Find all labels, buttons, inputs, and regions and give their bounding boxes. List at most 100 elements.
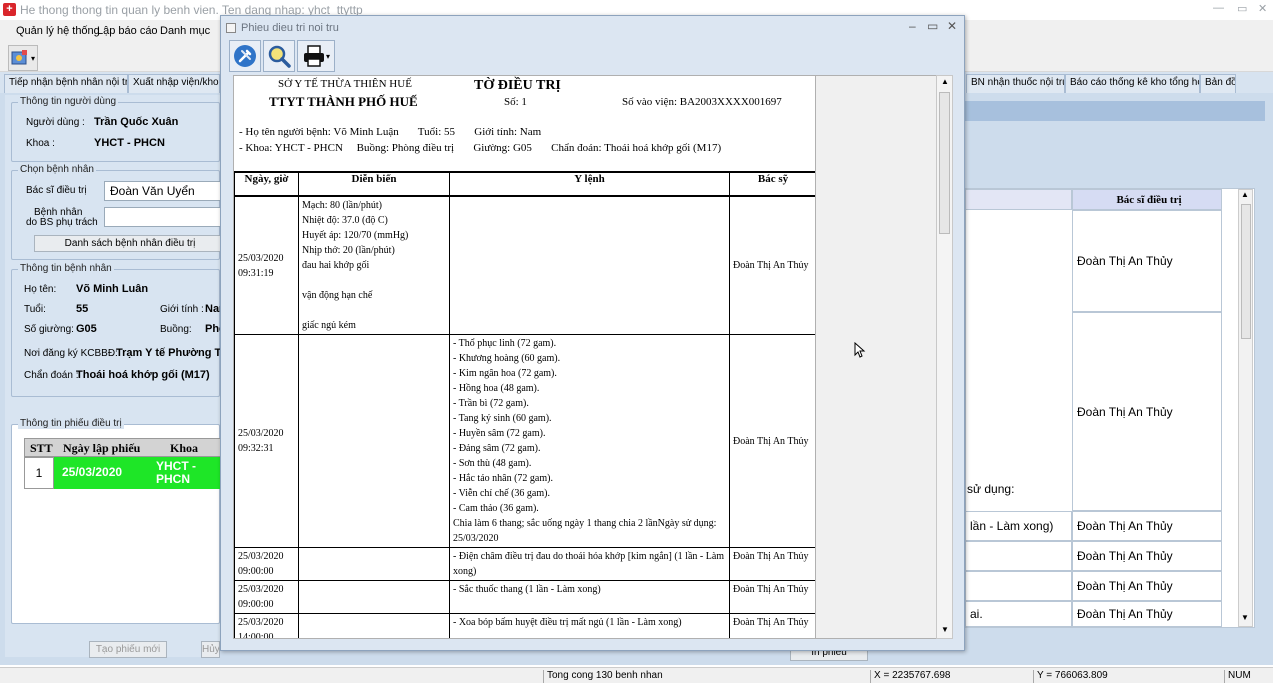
patient-list-button[interactable]: Danh sách bệnh nhân điều trị [34,235,226,252]
doctor-column-header: Bác sĩ điều trị [1072,189,1222,210]
doctor-name: Đoàn Thị An Thủy [733,551,809,562]
new-sheet-button[interactable]: Tạo phiếu mới [89,641,167,658]
row-time: 25/03/2020 09:00:00 [234,547,299,581]
minimize-icon[interactable]: — [1213,2,1224,14]
order-line: - Kim ngân hoa (72 gam). [453,368,557,379]
header-orders: Y lệnh [449,171,730,197]
time-line: 14:00:00 [238,632,274,639]
tools-button[interactable] [229,40,261,72]
progress-line [302,273,446,288]
scroll-up-icon[interactable]: ▲ [1241,190,1249,199]
doctor-name: Đoàn Thị An Thủy [733,435,809,447]
sex-value: Nam [205,303,221,315]
toolbar-settings-button[interactable]: ▾ [8,45,38,71]
row-time: 25/03/2020 09:31:19 [234,195,299,335]
row-doctor: Đoàn Thị An Thủy [729,195,815,335]
menu-catalog[interactable]: Danh mục [160,25,210,37]
tab-warehouse-report[interactable]: Báo cáo thống kê kho tổng hợp [1065,74,1200,93]
right-panel: Bác sĩ điều trị Đoàn Thị An Thủy Đoàn Th… [790,101,1265,661]
report-admission-number: Số vào viện: BA2003XXXX001697 [622,96,782,108]
settings-icon [11,50,27,65]
row-doctor: Đoàn Thị An Thủy [729,580,815,614]
progress-line: đau hai khớp gối [302,260,370,271]
scrollbar-thumb[interactable] [1241,204,1251,339]
order-cell: ai. [965,601,1072,627]
time-line: 25/03/2020 [238,252,284,264]
patient-by-doctor-input[interactable] [104,207,222,227]
print-button[interactable]: ▾ [297,40,335,72]
close-icon[interactable]: ✕ [1258,2,1267,15]
bed-value: G05 [76,323,97,335]
report-patient-line: - Họ tên người bệnh: Võ Minh Luận Tuổi: … [239,126,542,138]
time-line: 09:00:00 [238,566,274,577]
scroll-up-icon[interactable]: ▲ [941,77,949,86]
header-dept: Khoa [170,441,199,455]
doctor-cell: Đoàn Thị An Thủy [1072,210,1222,312]
doctor-cell: Đoàn Thị An Thủy [1072,601,1222,627]
doctor-name: Đoàn Thị An Thủy [733,584,809,595]
app-logo-icon: + [3,3,16,16]
order-line: - Trần bì (72 gam). [453,398,529,409]
dialog-window-icon [226,23,236,33]
sheet-info-title: Thông tin phiếu điều trị [18,418,124,429]
time-line: 09:32:31 [238,443,274,454]
tab-inpatient-medicine[interactable]: BN nhận thuốc nội trú [966,74,1065,93]
progress-line: Nhiệt độ: 37.0 (độ C) [302,215,388,226]
cancel-sheet-button[interactable]: Hủy phiếu [201,641,220,658]
zoom-button[interactable] [263,40,295,72]
row-orders: - Sắc thuốc thang (1 lần - Làm xong) [449,580,730,614]
menu-report[interactable]: Lập báo cáo [97,25,158,37]
row-progress [298,613,450,638]
report-number: Số: 1 [504,96,527,108]
order-cell: lần - Làm xong) [965,511,1072,541]
progress-line: Mạch: 80 (lần/phút) [302,200,382,211]
name-label: Họ tên: [24,284,57,295]
chevron-down-icon: ▾ [30,53,35,63]
right-scrollbar[interactable]: ▲ ▼ [1238,189,1253,627]
order-line: - Xoa bóp bấm huyệt điều trị mất ngủ (1 … [453,617,682,628]
scroll-down-icon[interactable]: ▼ [1241,613,1249,622]
report-page: SỞ Y TẾ THỪA THIÊN HUẾ TTYT THÀNH PHỐ HU… [233,75,816,639]
dialog-minimize-icon[interactable]: – [909,19,916,33]
user-info-title: Thông tin người dùng [18,96,119,107]
row-doctor: Đoàn Thị An Thủy [729,613,815,638]
diagnosis-label: Chẩn đoán : [24,370,79,381]
table-row: 25/03/2020 14:00:00 - Xoa bóp bấm huyệt đi… [234,613,815,639]
age-value: 55 [76,303,89,315]
table-row[interactable]: 1 25/03/2020 YHCT - PHCN [24,457,221,489]
report-scrollbar[interactable]: ▲ ▼ [936,75,953,639]
tab-map[interactable]: Bản đồ [1200,74,1236,93]
sex-label: Giới tính : [160,304,204,315]
tab-admission-discharge[interactable]: Xuất nhập viện/khoa [128,74,220,93]
dialog-maximize-icon[interactable]: ▭ [927,19,938,33]
zoom-icon [268,45,291,68]
order-line: - Sắc thuốc thang (1 lần - Làm xong) [453,584,601,595]
row-time: 25/03/2020 09:32:31 [234,334,299,548]
report-title: TỜ ĐIỀU TRỊ [474,78,561,93]
treatment-table-header: Ngày, giờ Diễn biến Y lệnh Bác sỹ [234,171,815,197]
progress-line: Huyết áp: 120/70 (mmHg) [302,230,409,241]
scroll-down-icon[interactable]: ▼ [941,625,949,634]
report-org-2: TTYT THÀNH PHỐ HUẾ [269,94,418,109]
status-x: X = 2235767.698 [870,670,1030,683]
scrollbar-thumb[interactable] [939,92,950,234]
user-label: Người dùng : [26,117,85,128]
dialog-close-icon[interactable]: ✕ [947,19,957,33]
right-panel-header [965,101,1265,121]
order-line: Chia làm 6 thang; sắc uống ngày 1 thang … [453,518,717,544]
row-progress [298,334,450,548]
sheet-info-group: Thông tin phiếu điều trị STT Ngày lập ph… [11,418,221,624]
dialog-title: Phieu dieu tri noi tru [241,22,339,34]
menu-system[interactable]: Quản lý hệ thống [16,25,100,37]
status-bar: Tong cong 130 benh nhan X = 2235767.698 … [0,667,1273,683]
doctor-select[interactable]: Đoàn Văn Uyển [104,181,222,201]
register-value: Trạm Y tế Phường Thuận Hòa [116,347,221,359]
age-label: Tuổi: [24,304,46,315]
tab-inpatient-reception[interactable]: Tiếp nhận bệnh nhân nội trú [4,74,128,93]
user-value: Trần Quốc Xuân [94,116,179,128]
print-icon [303,45,324,67]
restore-icon[interactable]: ▭ [1237,2,1247,15]
table-row: 25/03/2020 09:31:19 Mạch: 80 (lần/phút) Nhi… [234,195,815,335]
progress-line [302,303,446,318]
bed-label: Số giường: [24,324,74,335]
